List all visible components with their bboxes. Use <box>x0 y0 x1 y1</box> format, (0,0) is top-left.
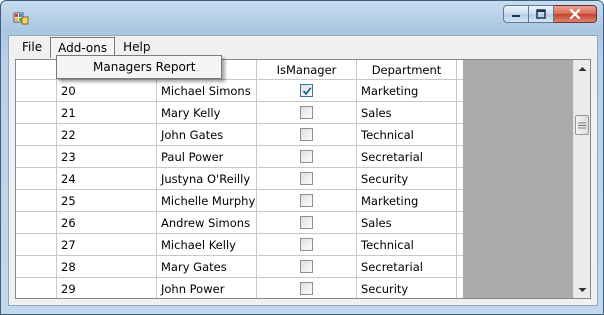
cell-ismanager <box>257 102 357 123</box>
maximize-icon <box>536 9 546 19</box>
cell-id[interactable]: 27 <box>57 234 157 255</box>
cell-id[interactable]: 29 <box>57 278 157 298</box>
ismanager-checkbox[interactable] <box>300 238 313 251</box>
cell-ismanager <box>257 234 357 255</box>
cell-id[interactable]: 21 <box>57 102 157 123</box>
cell-ismanager <box>257 190 357 211</box>
cell-department[interactable]: Security <box>357 168 457 189</box>
ismanager-checkbox[interactable] <box>300 84 313 97</box>
close-icon <box>569 9 581 19</box>
cell-name[interactable]: Andrew Simons <box>157 212 257 233</box>
addons-dropdown-menu: Managers Report <box>56 55 222 79</box>
menu-item-managers-report[interactable]: Managers Report <box>59 58 219 76</box>
cell-ismanager <box>257 212 357 233</box>
table-row[interactable]: 25 Michelle Murphy Marketing <box>16 190 463 212</box>
data-grid[interactable]: IsManager Department 20 Michael Simons Mar… <box>15 59 591 299</box>
cell-id[interactable]: 20 <box>57 80 157 101</box>
cell-ismanager <box>257 168 357 189</box>
cell-department[interactable]: Secretarial <box>357 256 457 277</box>
cell-ismanager <box>257 256 357 277</box>
cell-name[interactable]: Michelle Murphy <box>157 190 257 211</box>
ismanager-checkbox[interactable] <box>300 260 313 273</box>
table-row[interactable]: 24 Justyna O'Reilly Security <box>16 168 463 190</box>
cell-department[interactable]: Technical <box>357 234 457 255</box>
row-header[interactable] <box>16 102 57 123</box>
cell-name[interactable]: Mary Kelly <box>157 102 257 123</box>
scroll-up-icon <box>578 66 587 71</box>
maximize-button[interactable] <box>529 5 554 23</box>
scroll-thumb[interactable] <box>575 115 589 135</box>
cell-department[interactable]: Sales <box>357 212 457 233</box>
table-row[interactable]: 29 John Power Security <box>16 278 463 298</box>
grid-body: 20 Michael Simons Marketing 21 Mary Kelly Sal… <box>16 80 463 298</box>
scroll-down-icon <box>578 287 587 292</box>
row-header[interactable] <box>16 278 57 298</box>
cell-id[interactable]: 22 <box>57 124 157 145</box>
table-row[interactable]: 26 Andrew Simons Sales <box>16 212 463 234</box>
row-header[interactable] <box>16 212 57 233</box>
column-header-department[interactable]: Department <box>357 60 457 79</box>
minimize-button[interactable] <box>503 5 529 23</box>
cell-id[interactable]: 23 <box>57 146 157 167</box>
cell-department[interactable]: Sales <box>357 102 457 123</box>
cell-id[interactable]: 24 <box>57 168 157 189</box>
ismanager-checkbox[interactable] <box>300 194 313 207</box>
cell-ismanager <box>257 80 357 101</box>
table-row[interactable]: 27 Michael Kelly Technical <box>16 234 463 256</box>
ismanager-checkbox[interactable] <box>300 128 313 141</box>
column-header-ismanager[interactable]: IsManager <box>257 60 357 79</box>
table-row[interactable]: 22 John Gates Technical <box>16 124 463 146</box>
table-row[interactable]: 23 Paul Power Secretarial <box>16 146 463 168</box>
grid-table: IsManager Department 20 Michael Simons Mar… <box>16 60 463 298</box>
cell-name[interactable]: Paul Power <box>157 146 257 167</box>
scroll-up-button[interactable] <box>574 60 590 77</box>
cell-ismanager <box>257 124 357 145</box>
ismanager-checkbox[interactable] <box>300 150 313 163</box>
cell-name[interactable]: Michael Simons <box>157 80 257 101</box>
ismanager-checkbox[interactable] <box>300 106 313 119</box>
checkmark-icon <box>302 86 312 95</box>
cell-department[interactable]: Marketing <box>357 190 457 211</box>
cell-id[interactable]: 25 <box>57 190 157 211</box>
cell-name[interactable]: John Power <box>157 278 257 298</box>
cell-department[interactable]: Marketing <box>357 80 457 101</box>
close-button[interactable] <box>554 5 597 23</box>
row-header[interactable] <box>16 234 57 255</box>
cell-id[interactable]: 28 <box>57 256 157 277</box>
minimize-icon <box>512 15 520 17</box>
cell-department[interactable]: Secretarial <box>357 146 457 167</box>
cell-name[interactable]: Michael Kelly <box>157 234 257 255</box>
menu-file[interactable]: File <box>14 37 50 57</box>
table-row[interactable]: 21 Mary Kelly Sales <box>16 102 463 124</box>
cell-ismanager <box>257 146 357 167</box>
vertical-scrollbar[interactable] <box>573 60 590 298</box>
row-header[interactable] <box>16 124 57 145</box>
table-row[interactable]: 20 Michael Simons Marketing <box>16 80 463 102</box>
scroll-down-button[interactable] <box>574 281 590 298</box>
cell-id[interactable]: 26 <box>57 212 157 233</box>
grip-icon <box>578 122 586 128</box>
cell-name[interactable]: John Gates <box>157 124 257 145</box>
ismanager-checkbox[interactable] <box>300 172 313 185</box>
cell-department[interactable]: Technical <box>357 124 457 145</box>
row-header[interactable] <box>16 190 57 211</box>
app-icon[interactable] <box>13 10 29 26</box>
app-window: File Add-ons Help IsManager Department 2… <box>0 0 604 315</box>
table-row[interactable]: 28 Mary Gates Secretarial <box>16 256 463 278</box>
cell-ismanager <box>257 278 357 298</box>
cell-department[interactable]: Security <box>357 278 457 298</box>
row-header-corner[interactable] <box>16 60 57 79</box>
menu-help[interactable]: Help <box>115 37 158 57</box>
cell-name[interactable]: Mary Gates <box>157 256 257 277</box>
cell-name[interactable]: Justyna O'Reilly <box>157 168 257 189</box>
ismanager-checkbox[interactable] <box>300 216 313 229</box>
ismanager-checkbox[interactable] <box>300 282 313 295</box>
row-header[interactable] <box>16 80 57 101</box>
caption-buttons <box>503 5 597 23</box>
row-header[interactable] <box>16 256 57 277</box>
row-header[interactable] <box>16 168 57 189</box>
row-header[interactable] <box>16 146 57 167</box>
